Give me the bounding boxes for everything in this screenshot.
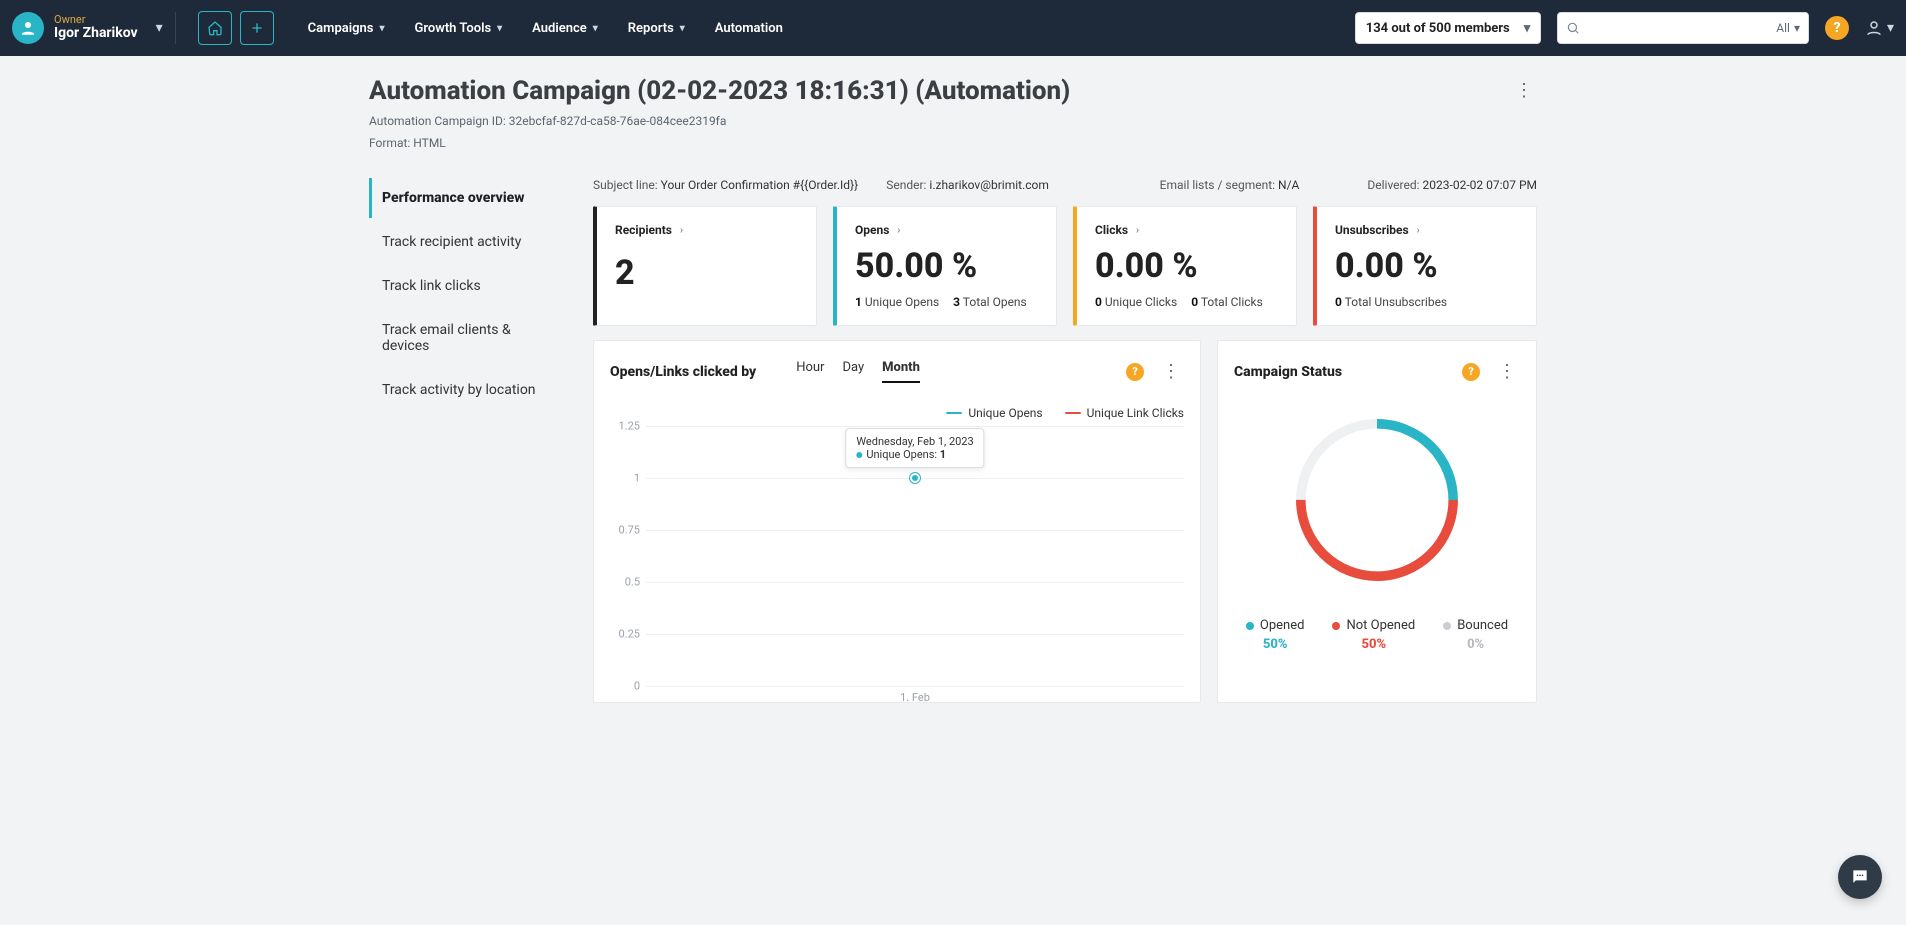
owner-name: Igor Zharikov bbox=[54, 26, 138, 41]
nav-campaigns[interactable]: Campaigns▾ bbox=[308, 21, 385, 36]
tab-link-clicks[interactable]: Track link clicks bbox=[369, 266, 569, 306]
page-actions-menu[interactable]: ⋮ bbox=[1511, 76, 1537, 105]
panel-menu[interactable]: ⋮ bbox=[1158, 357, 1184, 386]
nav-reports[interactable]: Reports▾ bbox=[628, 21, 685, 36]
chevron-right-icon: › bbox=[1417, 225, 1420, 236]
search-icon bbox=[1566, 21, 1580, 35]
user-menu[interactable]: ▾ bbox=[1865, 19, 1894, 37]
unsub-rate: 0.00 % bbox=[1335, 249, 1518, 283]
donut-legend: Opened 50% Not Opened 50% Bounced 0% bbox=[1246, 618, 1508, 652]
chat-fab[interactable] bbox=[1838, 855, 1882, 899]
nav-automation[interactable]: Automation bbox=[715, 21, 783, 36]
clicks-rate: 0.00 % bbox=[1095, 249, 1278, 283]
global-search[interactable]: All▾ bbox=[1557, 12, 1809, 44]
campaign-info-row: Subject line: Your Order Confirmation #{… bbox=[593, 178, 1537, 192]
search-scope[interactable]: All▾ bbox=[1776, 21, 1800, 35]
chevron-right-icon: › bbox=[1136, 225, 1139, 236]
panel-help-icon[interactable]: ? bbox=[1462, 363, 1480, 381]
owner-switcher[interactable]: Owner Igor Zharikov ▾ bbox=[12, 12, 176, 44]
panel-opens-links: Opens/Links clicked by Hour Day Month ? … bbox=[593, 340, 1201, 703]
chevron-down-icon: ▾ bbox=[156, 20, 163, 36]
chart-legend: Unique Opens Unique Link Clicks bbox=[610, 406, 1184, 420]
time-tab-day[interactable]: Day bbox=[842, 360, 864, 383]
report-tabs: Performance overview Track recipient act… bbox=[369, 178, 569, 703]
tab-by-location[interactable]: Track activity by location bbox=[369, 370, 569, 410]
search-input[interactable] bbox=[1588, 20, 1768, 37]
panel-help-icon[interactable]: ? bbox=[1126, 363, 1144, 381]
card-clicks[interactable]: Clicks› 0.00 % 0 Unique Clicks 0 Total C… bbox=[1073, 206, 1297, 326]
avatar bbox=[12, 12, 44, 44]
panel-campaign-status: Campaign Status ? ⋮ bbox=[1217, 340, 1537, 703]
panel-title: Opens/Links clicked by bbox=[610, 364, 756, 380]
chevron-right-icon: › bbox=[897, 225, 900, 236]
status-donut-chart bbox=[1277, 400, 1477, 600]
card-unsubscribes[interactable]: Unsubscribes› 0.00 % 0 Total Unsubscribe… bbox=[1313, 206, 1537, 326]
page-title: Automation Campaign (02-02-2023 18:16:31… bbox=[369, 76, 1070, 106]
tab-performance-overview[interactable]: Performance overview bbox=[369, 178, 569, 218]
help-button[interactable]: ? bbox=[1825, 16, 1849, 40]
members-counter[interactable]: 134 out of 500 members▾ bbox=[1355, 12, 1542, 44]
nav-audience[interactable]: Audience▾ bbox=[532, 21, 598, 36]
opens-line-chart: 00.250.50.7511.251. FebWednesday, Feb 1,… bbox=[610, 426, 1184, 686]
time-tab-month[interactable]: Month bbox=[882, 360, 920, 383]
panel-menu[interactable]: ⋮ bbox=[1494, 357, 1520, 386]
nav-growth-tools[interactable]: Growth Tools▾ bbox=[415, 21, 503, 36]
create-button[interactable] bbox=[240, 11, 274, 45]
time-tab-hour[interactable]: Hour bbox=[796, 360, 824, 383]
opens-rate: 50.00 % bbox=[855, 249, 1038, 283]
home-button[interactable] bbox=[198, 11, 232, 45]
card-opens[interactable]: Opens› 50.00 % 1 Unique Opens 3 Total Op… bbox=[833, 206, 1057, 326]
tab-recipient-activity[interactable]: Track recipient activity bbox=[369, 222, 569, 262]
card-recipients[interactable]: Recipients› 2 bbox=[593, 206, 817, 326]
chevron-right-icon: › bbox=[680, 225, 683, 236]
campaign-id: Automation Campaign ID: 32ebcfaf-827d-ca… bbox=[369, 114, 1070, 128]
format-line: Format: HTML bbox=[369, 136, 1070, 150]
top-nav: Owner Igor Zharikov ▾ Campaigns▾ Growth … bbox=[0, 0, 1906, 56]
tab-email-clients[interactable]: Track email clients & devices bbox=[369, 310, 569, 366]
main-nav: Campaigns▾ Growth Tools▾ Audience▾ Repor… bbox=[308, 21, 783, 36]
recipients-value: 2 bbox=[615, 256, 798, 290]
